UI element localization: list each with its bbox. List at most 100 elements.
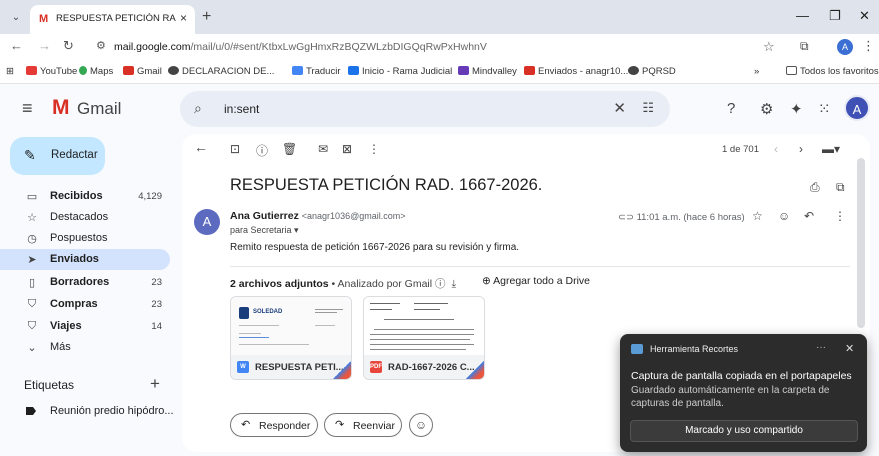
sidebar-item-compras[interactable]: ⛉ Compras 23 (0, 294, 170, 315)
label-item[interactable]: Reunión predio hipódro... (0, 402, 180, 422)
google-apps-icon[interactable]: ⁙ (818, 100, 831, 118)
sidebar-item-destacados[interactable]: ☆ Destacados (0, 207, 170, 228)
attachment-corner-icon (466, 361, 484, 379)
recipient-line[interactable]: para Secretaria ▾ (230, 225, 299, 236)
sidebar-item-label: Recibidos (50, 190, 103, 202)
gmail-wordmark[interactable]: Gmail (77, 99, 121, 119)
drive-add-icon: ⊕ (482, 275, 494, 287)
settings-gear-icon[interactable]: ⚙ (760, 100, 773, 118)
archive-icon[interactable]: ⊡ (230, 142, 240, 156)
all-bookmarks[interactable]: Todos los favoritos (786, 66, 879, 77)
main-menu-icon[interactable]: ≡ (22, 98, 33, 119)
emoji-reaction-button[interactable]: ☺ (409, 413, 433, 437)
print-icon[interactable]: ⎙ (810, 180, 820, 195)
search-icon[interactable]: ⌕ (194, 100, 202, 117)
report-spam-icon[interactable]: ⓘ (256, 142, 268, 159)
browser-menu-icon[interactable]: ⋮ (862, 38, 875, 54)
labels-heading: Etiquetas (24, 378, 75, 392)
bookmark-pqrsd[interactable]: PQRSD (628, 66, 676, 77)
sidebar-item-pospuestos[interactable]: ◷ Pospuestos (0, 228, 170, 249)
clear-search-icon[interactable]: ✕ (613, 99, 626, 117)
add-all-to-drive[interactable]: ⊕ Agregar todo a Drive (482, 275, 590, 287)
back-icon[interactable]: ← (10, 38, 23, 53)
attachment-card[interactable]: PDF RAD-1667-2026 C... (363, 296, 485, 380)
search-options-icon[interactable]: ☷ (642, 100, 654, 116)
snipping-tool-notification[interactable]: Herramienta Recortes ··· ✕ Captura de pa… (620, 334, 867, 452)
bookmark-traducir[interactable]: Traducir (292, 66, 341, 77)
snipping-tool-icon (631, 344, 643, 354)
compose-button[interactable]: ✎ Redactar (10, 137, 105, 175)
reload-icon[interactable]: ↻ (63, 38, 74, 54)
reply-icon[interactable]: ↶ (804, 209, 814, 223)
attachment-corner-icon (333, 361, 351, 379)
bookmark-maps[interactable]: Maps (79, 66, 113, 77)
account-avatar[interactable]: A (844, 95, 870, 121)
bookmark-gmail[interactable]: Gmail (123, 66, 162, 77)
site-info-icon[interactable]: ⚙ (96, 39, 106, 52)
pagination-text: 1 de 701 (722, 144, 759, 155)
restore-icon[interactable]: ❐ (829, 8, 841, 24)
older-icon[interactable]: › (799, 142, 803, 156)
pencil-icon: ✎ (24, 147, 36, 163)
email-scrollbar[interactable] (857, 158, 865, 328)
sender-email: <anagr1036@gmail.com> (301, 211, 406, 221)
back-to-list-icon[interactable]: ← (194, 139, 208, 155)
mark-unread-icon[interactable]: ✉ (318, 142, 328, 156)
gemini-sparkle-icon[interactable]: ✦ (790, 100, 803, 118)
notification-close-icon[interactable]: ✕ (845, 342, 854, 355)
star-icon: ☆ (27, 212, 37, 224)
new-tab-icon[interactable]: + (202, 8, 211, 26)
sender-avatar[interactable]: A (194, 209, 220, 235)
forward-button[interactable]: ↷ Reenviar (324, 413, 402, 437)
reply-button[interactable]: ↶ Responder (230, 413, 318, 437)
soledad-logo-icon (239, 307, 249, 319)
newer-icon[interactable]: ‹ (774, 142, 778, 156)
sidebar-item-enviados[interactable]: ➤ Enviados (0, 249, 170, 270)
attachment-thumbnail: SOLEDAD (231, 297, 351, 355)
globe-icon (168, 66, 179, 75)
tab-search-dropdown-icon[interactable]: ⌄ (8, 10, 24, 26)
url-bar[interactable]: ⚙ mail.google.com/mail/u/0/#sent/KtbxLwG… (90, 36, 780, 58)
sender-name[interactable]: Ana Gutierrez (230, 210, 299, 222)
search-input[interactable]: in:sent (224, 102, 259, 116)
message-more-icon[interactable]: ⋮ (834, 209, 846, 223)
minimize-icon[interactable]: — (796, 8, 809, 23)
sidebar-item-borradores[interactable]: ▯ Borradores 23 (0, 272, 170, 293)
bookmark-declaracion[interactable]: DECLARACION DE... (168, 66, 274, 77)
input-tools-icon[interactable]: ▬▾ (822, 142, 840, 156)
smiley-icon: ☺ (414, 418, 428, 432)
clock-icon: ◷ (27, 233, 37, 245)
bookmark-mindvalley[interactable]: Mindvalley (458, 66, 517, 77)
markup-share-button[interactable]: Marcado y uso compartido (630, 420, 858, 442)
bookmark-youtube[interactable]: YouTube (26, 66, 77, 77)
open-new-window-icon[interactable]: ⧉ (836, 180, 845, 195)
star-message-icon[interactable]: ☆ (752, 209, 763, 223)
gmail-logo-icon[interactable]: M (52, 96, 70, 120)
tab-close-icon[interactable]: × (180, 11, 187, 25)
add-label-icon[interactable]: + (150, 374, 160, 394)
apps-grid-icon[interactable]: ⊞ (6, 66, 14, 77)
emoji-react-icon[interactable]: ☺ (778, 209, 790, 223)
download-all-icon[interactable]: ⤓ (452, 278, 457, 290)
attachment-card[interactable]: SOLEDAD W RESPUESTA PETI... (230, 296, 352, 380)
search-bar[interactable]: ⌕ in:sent ✕ ☷ (180, 91, 670, 127)
sidebar-item-mas[interactable]: ⌄ Más (0, 337, 170, 358)
bookmark-star-icon[interactable]: ☆ (763, 39, 775, 55)
sidebar-item-recibidos[interactable]: ▭ Recibidos 4,129 (0, 186, 170, 207)
bookmark-rama-judicial[interactable]: Inicio - Rama Judicial (348, 66, 452, 77)
extensions-icon[interactable]: ⧉ (800, 39, 809, 54)
more-actions-icon[interactable]: ⋮ (368, 142, 380, 156)
bookmark-enviados[interactable]: Enviados - anagr10... (524, 66, 628, 77)
delete-icon[interactable]: 🗑 (282, 142, 297, 156)
browser-profile-avatar[interactable]: A (837, 39, 853, 55)
attachments-divider (230, 266, 850, 267)
rama-judicial-icon (348, 66, 359, 75)
sidebar-item-viajes[interactable]: ⛉ Viajes 14 (0, 316, 170, 337)
browser-tab-active[interactable]: M RESPUESTA PETICIÓN RAD. 166 × (30, 5, 195, 34)
window-close-icon[interactable]: ✕ (859, 8, 870, 24)
forward-icon[interactable]: → (38, 38, 51, 53)
move-to-icon[interactable]: ⊠ (342, 142, 352, 156)
help-icon[interactable]: ? (727, 100, 735, 117)
bookmarks-more-icon[interactable]: » (754, 66, 759, 77)
notification-more-icon[interactable]: ··· (816, 342, 826, 353)
